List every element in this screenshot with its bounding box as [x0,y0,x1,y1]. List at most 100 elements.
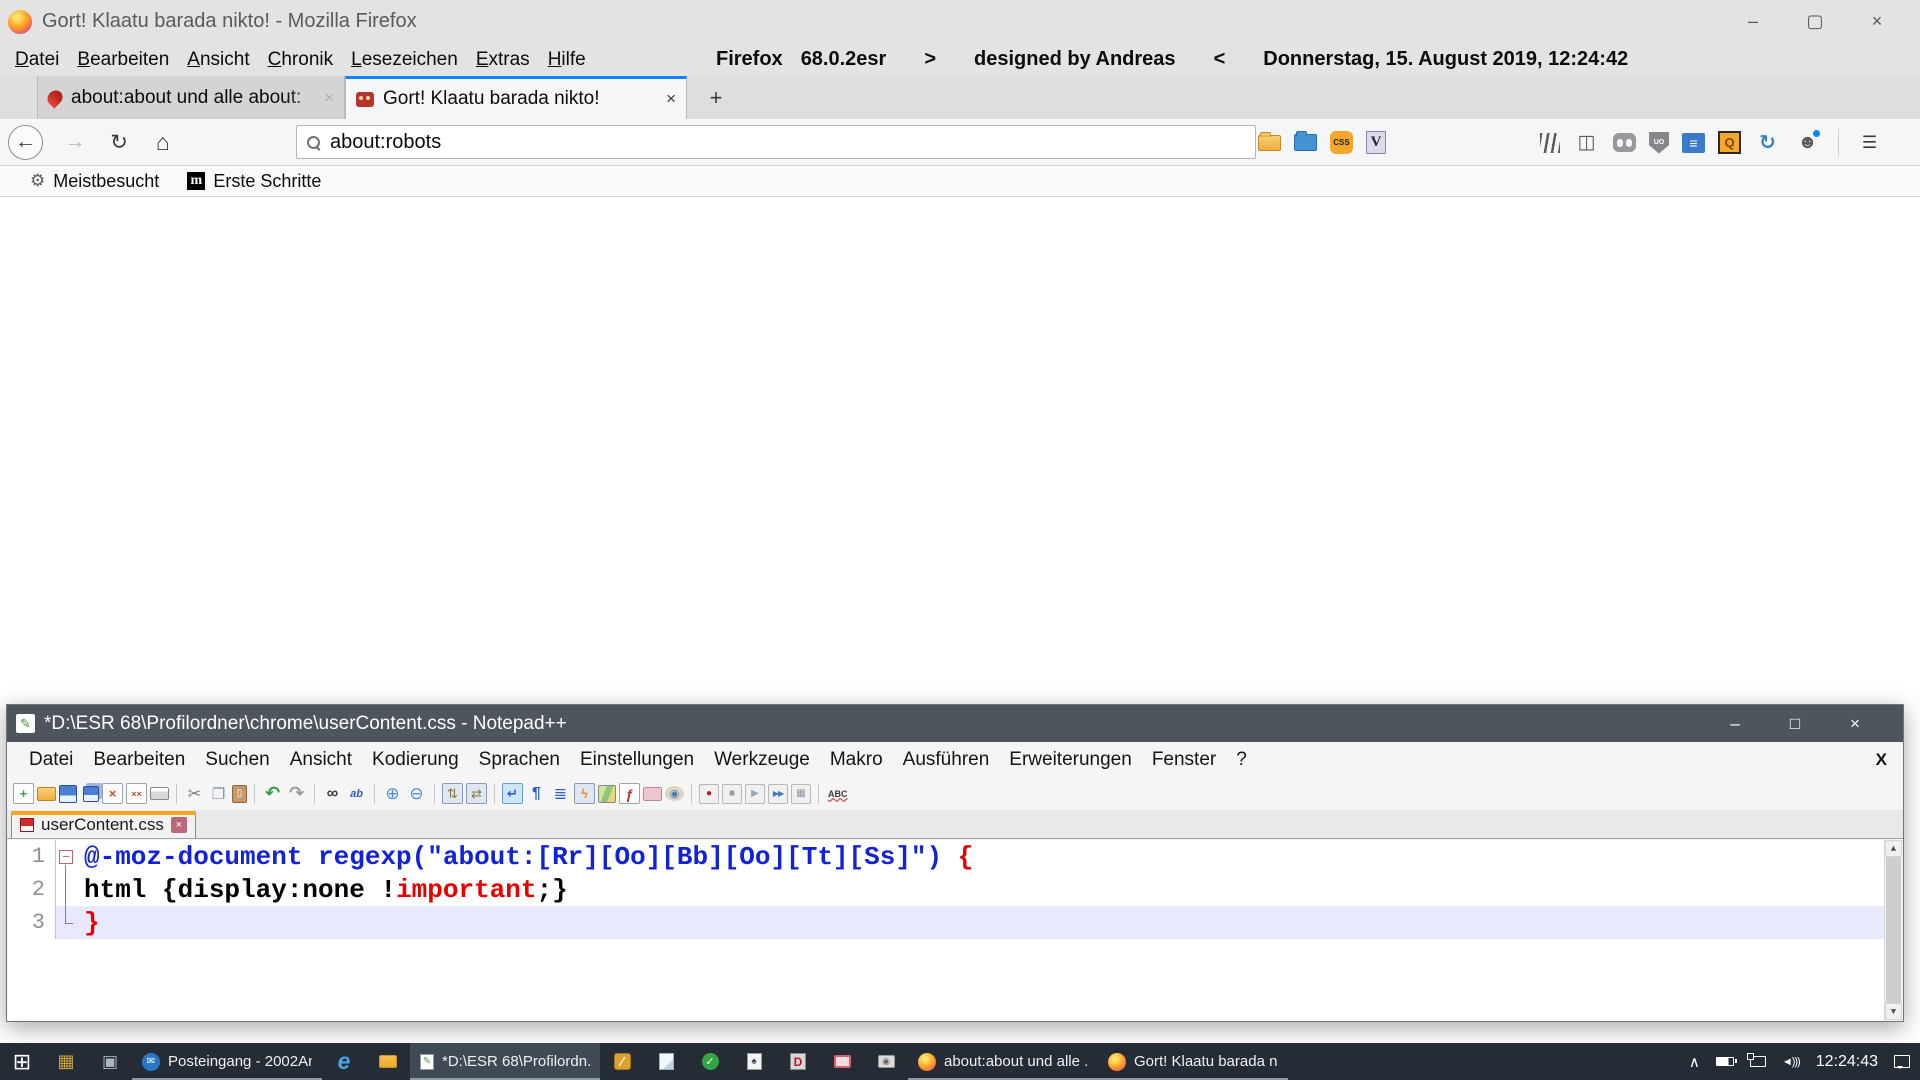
scroll-down-icon[interactable]: ▼ [1885,1003,1902,1020]
scrollbar-thumb[interactable] [1886,857,1901,1003]
tab-gort-active[interactable]: Gort! Klaatu barada nikto! × [345,76,687,119]
npp-menu-help[interactable]: ? [1226,749,1257,771]
url-input[interactable] [330,131,1245,154]
library-icon[interactable] [1540,133,1560,153]
antivirus-check-icon[interactable]: ✓ [688,1043,732,1080]
menu-extras[interactable]: Extras [467,49,539,71]
sync-vertical-icon[interactable]: ⇅ [442,783,463,804]
explorer-icon[interactable] [366,1043,410,1080]
indent-guide-icon[interactable]: ≣ [550,783,571,804]
maximize-button[interactable]: □ [1765,714,1825,734]
menu-chronik[interactable]: Chronik [259,49,342,71]
npp-menu-werkzeuge[interactable]: Werkzeuge [704,749,820,771]
zoom-out-icon[interactable]: ⊖ [406,783,427,804]
npp-menu-makro[interactable]: Makro [820,749,893,771]
notes-icon[interactable] [644,1043,688,1080]
cut-icon[interactable]: ✂ [184,783,205,804]
quicklaunch-grid-icon[interactable]: ▦ [44,1043,88,1080]
save-all-icon[interactable] [83,786,99,802]
task-firefox-aboutabout[interactable]: about:about und alle ... [908,1043,1098,1080]
code-editor[interactable]: 1 − @-moz-document regexp("about:[Rr][Oo… [8,840,1902,1020]
user-lang-icon[interactable]: ϟ [574,783,595,804]
scroll-up-icon[interactable]: ▲ [1885,840,1902,857]
menu-lesezeichen[interactable]: Lesezeichen [342,49,467,71]
save-icon[interactable] [59,785,77,803]
macro-play-icon[interactable]: ▶ [745,784,765,804]
copy-icon[interactable]: ❐ [208,783,229,804]
start-button[interactable]: ⊞ [0,1043,44,1080]
cards-icon[interactable]: ♠ [732,1043,776,1080]
tray-clock[interactable]: 12:24:43 [1816,1053,1878,1071]
css-addon-icon[interactable]: CSS [1330,131,1353,154]
macro-stop-icon[interactable]: ■ [722,784,742,804]
battery-icon[interactable] [1716,1057,1734,1066]
volume-icon[interactable]: ◄))) [1782,1056,1800,1068]
minimize-button[interactable]: – [1722,11,1784,32]
paste-icon[interactable]: ▯ [232,785,247,803]
close-button[interactable]: × [1825,714,1885,734]
bookmark-erste-schritte[interactable]: m Erste Schritte [187,171,321,192]
npp-menu-fenster[interactable]: Fenster [1142,749,1226,771]
dictionary-icon[interactable]: D [776,1043,820,1080]
v-addon-icon[interactable]: V [1366,131,1386,154]
containers-icon[interactable] [1613,133,1636,152]
bookmark-meistbesucht[interactable]: ⚙ Meistbesucht [30,171,159,192]
npp-menu-erweiterungen[interactable]: Erweiterungen [999,749,1142,771]
print-icon[interactable] [150,787,169,800]
remote-monitor-icon[interactable] [820,1043,864,1080]
task-thunderbird[interactable]: ✉Posteingang - 2002An... [132,1043,322,1080]
menu-datei[interactable]: Datei [6,49,68,71]
ublock-origin-icon[interactable]: UO [1649,132,1669,154]
forward-button[interactable]: → [58,130,92,154]
fold-collapse-icon[interactable]: − [59,850,73,864]
redo-icon[interactable]: ↷ [286,783,307,804]
doc-tab-usercontent[interactable]: userContent.css × [11,811,196,838]
camera-icon[interactable]: ◉ [864,1043,908,1080]
tray-expand-icon[interactable]: ∧ [1689,1053,1700,1071]
back-button[interactable]: ← [8,125,43,160]
keepass-icon[interactable]: ∕ [600,1043,644,1080]
menu-hilfe[interactable]: Hilfe [539,49,595,71]
npp-menu-datei[interactable]: Datei [19,749,83,771]
close-all-docs-icon[interactable]: ×× [126,783,147,804]
new-tab-button[interactable]: + [700,83,732,113]
task-notepadpp[interactable]: ✎*D:\ESR 68\Profilordn... [410,1043,600,1080]
spell-check-icon[interactable]: ABC [826,783,850,804]
fold-margin[interactable]: − [56,840,78,873]
tab-about-about[interactable]: about:about und alle about: × [37,76,345,119]
close-doc-icon[interactable]: × [102,783,123,804]
undo-icon[interactable]: ↶ [262,783,283,804]
npp-menu-suchen[interactable]: Suchen [195,749,279,771]
menu-ansicht[interactable]: Ansicht [178,49,258,71]
macro-run-multiple-icon[interactable]: ▶▶ [768,784,788,804]
npp-menu-ausfuehren[interactable]: Ausführen [893,749,1000,771]
new-file-icon[interactable]: + [13,783,34,804]
blue-folder-icon[interactable] [1294,134,1317,151]
maximize-button[interactable]: ▢ [1784,11,1846,32]
editor-scrollbar[interactable]: ▲ ▼ [1884,840,1902,1020]
npp-menu-kodierung[interactable]: Kodierung [362,749,469,771]
npp-menu-ansicht[interactable]: Ansicht [280,749,362,771]
npp-menu-bearbeiten[interactable]: Bearbeiten [83,749,195,771]
npp-menu-einstellungen[interactable]: Einstellungen [570,749,704,771]
word-wrap-icon[interactable]: ↵ [502,783,523,804]
close-button[interactable]: × [1846,11,1908,32]
npp-menu-sprachen[interactable]: Sprachen [469,749,570,771]
doc-tab-close-icon[interactable]: × [171,817,187,833]
doc-monitor-icon[interactable]: ◉ [665,786,684,801]
home-button[interactable]: ⌂ [146,129,180,156]
zoom-in-icon[interactable]: ⊕ [382,783,403,804]
menu-icon[interactable]: ☰ [1856,129,1883,156]
tab-close-icon[interactable]: × [666,89,676,109]
menu-bearbeiten[interactable]: Bearbeiten [68,49,178,71]
open-file-icon[interactable] [37,787,56,801]
macro-save-icon[interactable]: ▦ [791,784,811,804]
replace-icon[interactable]: ab [346,783,367,804]
quicklaunch-photo-icon[interactable]: ▣ [88,1043,132,1080]
action-center-icon[interactable] [1894,1055,1910,1068]
tab-list-addon-icon[interactable]: ≡ [1682,133,1705,153]
function-list-icon[interactable]: ƒ [619,783,640,804]
find-icon[interactable]: ∞ [322,783,343,804]
sync-horizontal-icon[interactable]: ⇄ [466,783,487,804]
macro-record-icon[interactable]: ● [699,784,719,804]
